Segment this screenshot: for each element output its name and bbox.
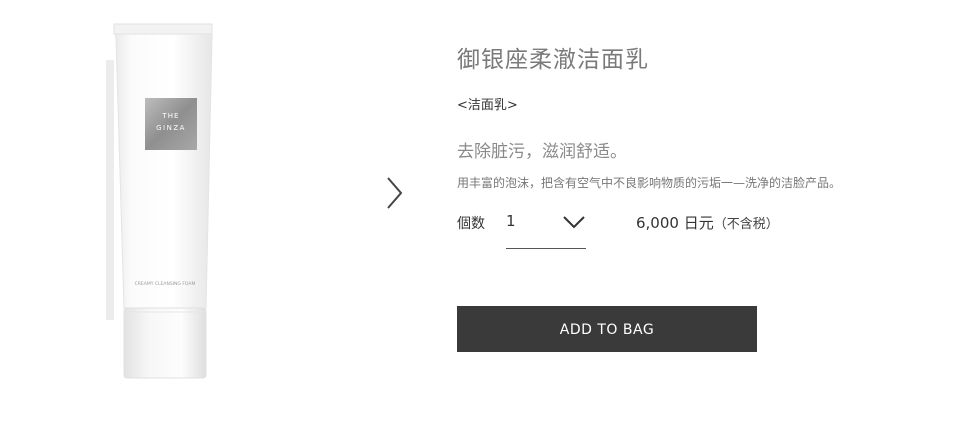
next-image-button[interactable] — [382, 174, 406, 212]
product-image: THE GINZA CREAMY CLEANSING FOAM — [94, 20, 234, 382]
chevron-right-icon — [387, 177, 403, 209]
product-tube-illustration: THE GINZA CREAMY CLEANSING FOAM — [106, 23, 213, 379]
logo-line-1: THE — [162, 112, 180, 120]
product-tagline: 去除脏污，滋润舒适。 — [457, 142, 627, 162]
tax-note: （不含税） — [713, 217, 779, 232]
quantity-select[interactable]: 1 — [506, 203, 586, 249]
add-to-bag-button[interactable]: ADD TO BAG — [457, 306, 757, 352]
product-title: 御银座柔澈洁面乳 — [457, 47, 649, 73]
price: 6,000 日元（不含税） — [636, 212, 779, 233]
product-category: <洁面乳> — [457, 98, 518, 113]
product-description: 用丰富的泡沫，把含有空气中不良影响物质的污垢一—洗净的洁脸产品。 — [457, 176, 842, 190]
price-value: 6,000 日元 — [636, 214, 714, 232]
logo-line-2: GINZA — [156, 124, 186, 132]
chevron-down-icon — [563, 216, 585, 229]
tube-label: CREAMY CLEANSING FOAM — [135, 281, 196, 287]
product-page: THE GINZA CREAMY CLEANSING FOAM 御银座柔澈洁面乳… — [0, 0, 966, 422]
quantity-label: 個数 — [457, 216, 485, 232]
quantity-value: 1 — [506, 212, 516, 230]
